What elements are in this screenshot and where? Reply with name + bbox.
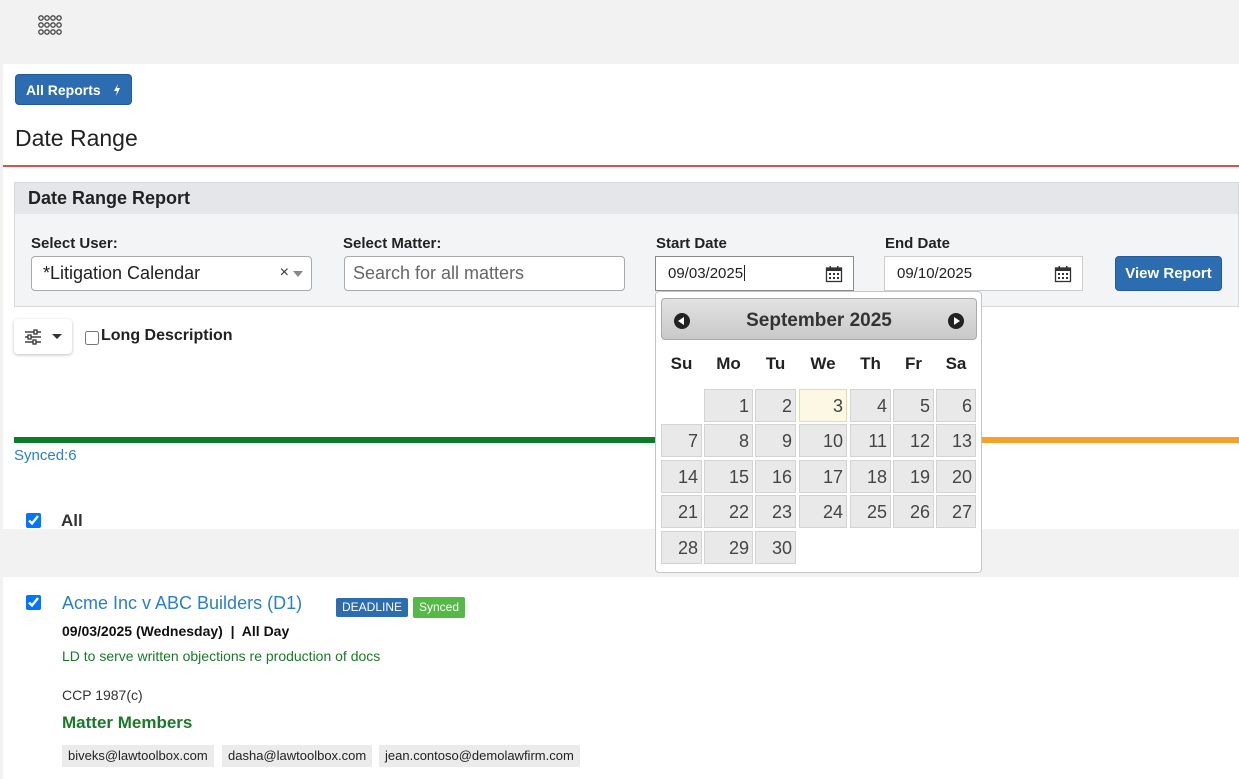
calendar-day[interactable]: 7 bbox=[661, 424, 702, 457]
calendar-icon[interactable] bbox=[1054, 265, 1072, 283]
apps-grid-icon[interactable] bbox=[36, 14, 64, 42]
event-date: 09/03/2025 (Wednesday) | All Day bbox=[62, 623, 290, 639]
sliders-icon bbox=[25, 329, 41, 345]
calendar-day[interactable]: 23 bbox=[755, 495, 796, 528]
calendar-day[interactable]: 5 bbox=[893, 389, 934, 422]
long-description-label: Long Description bbox=[101, 327, 233, 344]
calendar-day[interactable]: 16 bbox=[755, 460, 796, 493]
deadline-badge: DEADLINE bbox=[336, 598, 409, 617]
calendar-day[interactable]: 17 bbox=[799, 460, 847, 493]
calendar-day[interactable]: 19 bbox=[893, 460, 934, 493]
calendar-day[interactable]: 26 bbox=[893, 495, 934, 528]
weekday-header: Su bbox=[670, 354, 693, 373]
weekday-header: Mo bbox=[716, 354, 741, 373]
top-bar bbox=[0, 0, 1239, 64]
calendar-day[interactable]: 1 bbox=[704, 389, 753, 422]
text-cursor bbox=[744, 265, 746, 281]
select-matter-label: Select Matter: bbox=[343, 235, 442, 252]
calendar-day[interactable]: 14 bbox=[661, 460, 702, 493]
matter-title-link[interactable]: Acme Inc v ABC Builders (D1) bbox=[62, 593, 302, 614]
synced-badge: Synced bbox=[413, 597, 466, 618]
all-reports-label: All Reports bbox=[26, 81, 101, 98]
next-month-icon[interactable] bbox=[948, 313, 964, 329]
calendar-day[interactable]: 18 bbox=[850, 460, 891, 493]
calendar-day[interactable]: 9 bbox=[755, 424, 796, 457]
select-all-checkbox[interactable] bbox=[26, 513, 41, 528]
end-date-label: End Date bbox=[885, 235, 951, 252]
end-date-input[interactable]: 09/10/2025 bbox=[884, 256, 1083, 291]
end-date-value: 09/10/2025 bbox=[897, 265, 973, 282]
calendar-day[interactable]: 6 bbox=[936, 389, 976, 422]
calendar-day[interactable]: 27 bbox=[936, 495, 976, 528]
select-matter-input[interactable] bbox=[344, 256, 625, 291]
long-description-checkbox[interactable] bbox=[85, 331, 99, 345]
panel-title: Date Range Report bbox=[15, 183, 1238, 214]
member-tag: biveks@lawtoolbox.com bbox=[62, 745, 214, 767]
calendar-day[interactable]: 15 bbox=[704, 460, 753, 493]
report-filter-panel: Date Range Report Select User: *Litigati… bbox=[14, 182, 1239, 307]
calendar-day[interactable]: 30 bbox=[755, 531, 796, 564]
list-separator bbox=[3, 529, 1239, 577]
event-rule: CCP 1987(c) bbox=[62, 687, 143, 703]
view-report-button[interactable]: View Report bbox=[1115, 256, 1222, 291]
synced-count: Synced:6 bbox=[14, 447, 77, 464]
calendar-day[interactable]: 13 bbox=[936, 424, 976, 457]
chevron-down-icon[interactable] bbox=[293, 271, 303, 277]
weekday-header: Tu bbox=[765, 354, 786, 373]
select-user-dropdown[interactable]: *Litigation Calendar × bbox=[31, 256, 312, 291]
item-checkbox[interactable] bbox=[26, 595, 41, 610]
calendar-day[interactable]: 20 bbox=[936, 460, 976, 493]
display-options-button[interactable] bbox=[14, 319, 72, 354]
weekday-header: Th bbox=[860, 354, 881, 373]
lightning-icon bbox=[113, 83, 120, 96]
calendar-day[interactable]: 11 bbox=[850, 424, 891, 457]
all-reports-button[interactable]: All Reports bbox=[15, 74, 132, 105]
start-date-value: 09/03/2025 bbox=[668, 265, 744, 282]
start-date-input[interactable]: 09/03/2025 bbox=[655, 256, 854, 291]
calendar-day[interactable]: 12 bbox=[893, 424, 934, 457]
datepicker-header: September 2025 bbox=[661, 298, 977, 340]
calendar-day[interactable]: 21 bbox=[661, 495, 702, 528]
event-description: LD to serve written objections re produc… bbox=[62, 648, 381, 664]
calendar-day[interactable]: 2 bbox=[755, 389, 796, 422]
calendar-day[interactable]: 24 bbox=[799, 495, 847, 528]
member-tag: dasha@lawtoolbox.com bbox=[222, 745, 373, 767]
main-content: All Reports Date Range Date Range Report… bbox=[3, 64, 1239, 779]
matter-members-heading: Matter Members bbox=[62, 713, 193, 732]
datepicker-popup: September 2025 Su Mo Tu We Th Fr Sa 1 2 3 4 5 6 7 8 9 10… bbox=[655, 291, 982, 573]
weekday-header: We bbox=[810, 354, 836, 373]
datepicker-month-title: September 2025 bbox=[746, 310, 892, 331]
calendar-day[interactable]: 25 bbox=[850, 495, 891, 528]
clear-selection-icon[interactable]: × bbox=[280, 264, 289, 282]
calendar-day[interactable]: 22 bbox=[704, 495, 753, 528]
start-date-label: Start Date bbox=[656, 235, 727, 252]
calendar-day[interactable]: 8 bbox=[704, 424, 753, 457]
calendar-day[interactable]: 29 bbox=[704, 531, 753, 564]
select-user-value: *Litigation Calendar bbox=[43, 263, 201, 283]
calendar-day[interactable]: 10 bbox=[799, 424, 847, 457]
weekday-header: Sa bbox=[945, 354, 967, 373]
calendar-day[interactable]: 4 bbox=[850, 389, 891, 422]
calendar-day[interactable]: 28 bbox=[661, 531, 702, 564]
calendar-icon[interactable] bbox=[825, 265, 843, 283]
synced-progress-bar bbox=[14, 437, 659, 443]
select-all-label: All bbox=[61, 511, 83, 530]
chevron-down-icon bbox=[52, 334, 62, 339]
page-title: Date Range bbox=[15, 125, 138, 151]
pending-progress-bar bbox=[981, 437, 1239, 443]
member-tag: jean.contoso@demolawfirm.com bbox=[379, 745, 580, 767]
list-item: Acme Inc v ABC Builders (D1) DEADLINE Sy… bbox=[3, 577, 1239, 779]
header-divider bbox=[3, 165, 1239, 167]
weekday-header: Fr bbox=[905, 354, 922, 373]
select-user-label: Select User: bbox=[31, 235, 118, 252]
calendar-day[interactable]: 3 bbox=[799, 389, 847, 422]
